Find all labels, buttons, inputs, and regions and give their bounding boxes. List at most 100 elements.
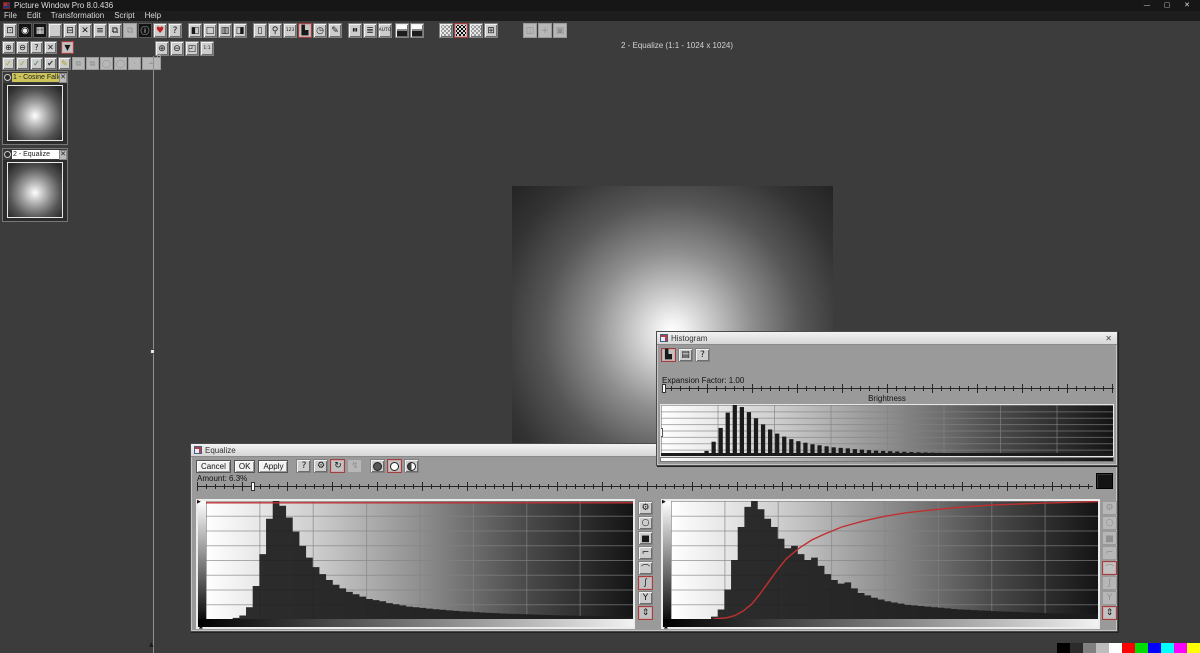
dither-pattern-3-icon[interactable]: [469, 23, 483, 38]
layout-right-icon[interactable]: ◨: [233, 23, 247, 38]
thumbnail-image[interactable]: [7, 162, 63, 218]
thumbnail-menu-icon[interactable]: ▼: [61, 41, 74, 54]
expand-panel-icon[interactable]: ⇕: [1102, 606, 1117, 620]
s-curve-icon[interactable]: ∫: [638, 576, 653, 590]
preview-processed-icon[interactable]: [387, 459, 402, 473]
duplicate-icon[interactable]: ⧉: [108, 23, 122, 38]
dither-pattern-2-icon[interactable]: [454, 23, 468, 38]
help-icon[interactable]: ?: [30, 41, 43, 54]
layout-left-icon[interactable]: ◧: [188, 23, 202, 38]
palette-swatch[interactable]: [1187, 643, 1200, 653]
slider-handle[interactable]: [251, 482, 255, 491]
dither-pattern-1-icon[interactable]: [439, 23, 453, 38]
close-image-icon[interactable]: ✕: [44, 41, 57, 54]
close-icon[interactable]: ✕: [1103, 334, 1114, 343]
amount-slider[interactable]: [197, 482, 1093, 491]
paste-slot-icon[interactable]: ⧉: [86, 57, 99, 70]
concave-curve-icon[interactable]: ⌒: [638, 561, 653, 575]
minimize-button[interactable]: —: [1137, 0, 1157, 11]
thumbnail-image[interactable]: [7, 85, 63, 141]
slider-handle[interactable]: [662, 384, 666, 393]
thumbnail-item[interactable]: 1 - Cosine Falloff✕: [2, 71, 68, 145]
thumbnail-radio[interactable]: [4, 151, 11, 158]
list-options-icon[interactable]: ∸: [142, 57, 161, 70]
palette-swatch[interactable]: [1083, 643, 1096, 653]
gamma-curve-icon[interactable]: Y: [1102, 591, 1117, 605]
apply-check-icon[interactable]: ✓: [2, 57, 15, 70]
settings-gear-icon[interactable]: ⚙: [313, 459, 328, 473]
layout-full-icon[interactable]: □: [203, 23, 217, 38]
divider-handle[interactable]: [150, 349, 155, 354]
palette-swatch[interactable]: [1161, 643, 1174, 653]
help-icon[interactable]: ?: [296, 459, 311, 473]
plot-left-handle[interactable]: [660, 428, 663, 437]
menu-item-edit[interactable]: Edit: [27, 11, 41, 21]
dot-tool-icon[interactable]: ·: [128, 57, 141, 70]
white-point-icon[interactable]: [395, 23, 409, 38]
apply-branch-check-icon[interactable]: ✓: [16, 57, 29, 70]
mask-icon[interactable]: ◫: [523, 23, 537, 38]
palette-swatch[interactable]: [1096, 643, 1109, 653]
histogram-display-icon[interactable]: ▅: [638, 531, 653, 545]
menu-item-transformation[interactable]: Transformation: [51, 11, 105, 21]
probe-icon[interactable]: ▯: [253, 23, 267, 38]
point-curve-icon[interactable]: ○: [1102, 516, 1117, 530]
preview-original-icon[interactable]: [370, 459, 385, 473]
readout-icon[interactable]: ≡: [93, 23, 107, 38]
columns-icon[interactable]: ▮▮: [348, 23, 362, 38]
ok-button[interactable]: OK: [234, 460, 256, 473]
help-icon[interactable]: ?: [168, 23, 182, 38]
settings-gear-icon[interactable]: ⚙: [1102, 501, 1117, 515]
rows-icon[interactable]: ≣: [363, 23, 377, 38]
info-icon[interactable]: ⓘ: [138, 23, 152, 38]
color-swatch[interactable]: [1096, 473, 1113, 489]
black-point-icon[interactable]: [410, 23, 424, 38]
auto-icon[interactable]: AUTO: [378, 23, 392, 38]
palette-swatch[interactable]: [1174, 643, 1187, 653]
settings-gear-icon[interactable]: ⚙: [638, 501, 653, 515]
step-curve-icon[interactable]: ⌐: [638, 546, 653, 560]
annotate-pencil-icon[interactable]: ✎: [328, 23, 342, 38]
open-image-icon[interactable]: ◉: [18, 23, 32, 38]
palette-swatch[interactable]: [1057, 643, 1070, 653]
print-icon[interactable]: ⊟: [63, 23, 77, 38]
auto-update-icon[interactable]: ↻: [330, 459, 345, 473]
point-curve-icon[interactable]: ○: [638, 516, 653, 530]
preview-split-icon[interactable]: [404, 459, 419, 473]
menu-item-script[interactable]: Script: [114, 11, 134, 21]
palette-swatch[interactable]: [1070, 643, 1083, 653]
readout-values-icon[interactable]: 123: [283, 23, 297, 38]
input-histogram-plot[interactable]: [206, 501, 633, 619]
histogram-window-titlebar[interactable]: Histogram ✕: [657, 332, 1117, 345]
s-curve-icon[interactable]: ∫: [1102, 576, 1117, 590]
close-button[interactable]: ✕: [1177, 0, 1197, 11]
apply-button[interactable]: Apply: [258, 460, 288, 473]
maximize-button[interactable]: ▢: [1157, 0, 1177, 11]
blank-image-icon[interactable]: [48, 23, 62, 38]
edit-pen-icon[interactable]: ✎: [58, 57, 71, 70]
clock-icon[interactable]: ◷: [313, 23, 327, 38]
paste-icon[interactable]: ⧉: [123, 23, 137, 38]
palette-swatch[interactable]: [1135, 643, 1148, 653]
grid-pattern-icon[interactable]: ⊞: [484, 23, 498, 38]
thumbnail-radio[interactable]: [4, 74, 11, 81]
flash-update-icon[interactable]: ↯: [347, 459, 362, 473]
palette-swatch[interactable]: [1122, 643, 1135, 653]
concave-curve-icon[interactable]: ⌒: [1102, 561, 1117, 575]
ellipse-tool-icon[interactable]: ◯: [114, 57, 127, 70]
image-mode-icon[interactable]: ▤: [678, 348, 693, 362]
layout-split-icon[interactable]: ▥: [218, 23, 232, 38]
delete-icon[interactable]: ✕: [78, 23, 92, 38]
zoom-out-icon[interactable]: ⊖: [16, 41, 29, 54]
clone-icon[interactable]: +: [538, 23, 552, 38]
lock-icon[interactable]: ▣: [553, 23, 567, 38]
output-histogram-plot[interactable]: [671, 501, 1098, 619]
favorites-icon[interactable]: ♥: [153, 23, 167, 38]
menu-item-file[interactable]: File: [4, 11, 17, 21]
ok-check-icon[interactable]: ✓: [30, 57, 43, 70]
expansion-factor-slider[interactable]: [662, 384, 1114, 393]
palette-swatch[interactable]: [1148, 643, 1161, 653]
menu-item-help[interactable]: Help: [145, 11, 161, 21]
commit-check-icon[interactable]: ✔: [44, 57, 57, 70]
thumbnail-item[interactable]: 2 - Equalize✕: [2, 148, 68, 222]
